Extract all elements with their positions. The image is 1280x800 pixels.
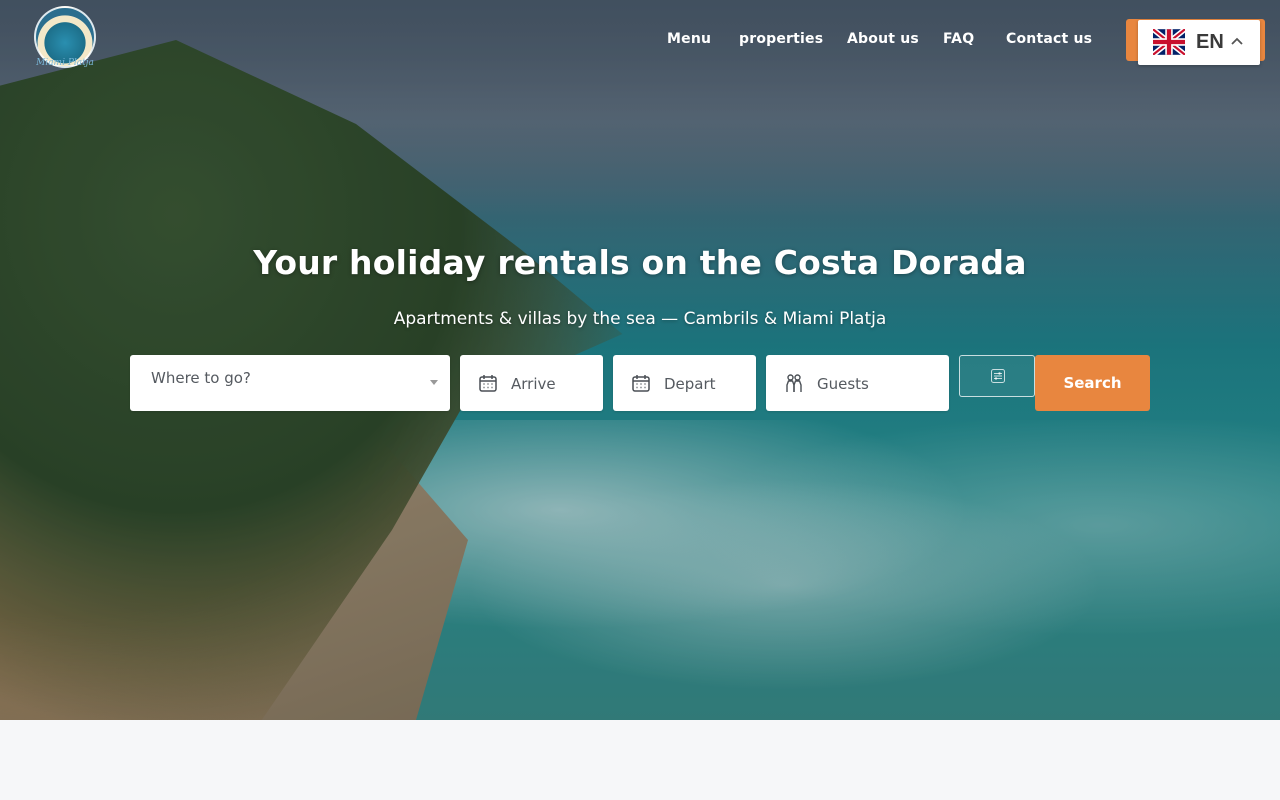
- hero-banner: Miami Platja Menu properties About us FA…: [0, 0, 1280, 720]
- chevron-up-icon: [1231, 37, 1243, 45]
- nav-properties[interactable]: properties: [739, 31, 823, 47]
- guests-field[interactable]: Guests: [766, 355, 949, 411]
- main-nav: Menu properties About us FAQ Contact us: [0, 31, 1280, 51]
- nav-contact-us[interactable]: Contact us: [1006, 31, 1092, 47]
- nav-menu[interactable]: Menu: [667, 31, 711, 47]
- logo-script-text: Miami Platja: [36, 58, 94, 68]
- depart-date-field[interactable]: Depart: [613, 355, 756, 411]
- destination-placeholder: Where to go?: [151, 369, 251, 387]
- sliders-icon: [991, 369, 1005, 383]
- hero-title: Your holiday rentals on the Costa Dorada: [253, 243, 1027, 282]
- depart-placeholder: Depart: [664, 375, 716, 393]
- filters-button[interactable]: [959, 355, 1035, 397]
- arrive-placeholder: Arrive: [511, 375, 556, 393]
- page-body-section: [0, 720, 1280, 800]
- search-button[interactable]: Search: [1035, 355, 1150, 411]
- calendar-icon: [479, 375, 497, 392]
- arrive-date-field[interactable]: Arrive: [460, 355, 603, 411]
- calendar-icon: [632, 375, 650, 392]
- destination-select[interactable]: Where to go?: [130, 355, 450, 411]
- language-code: EN: [1196, 31, 1224, 53]
- nav-faq[interactable]: FAQ: [943, 31, 974, 47]
- caret-down-icon: [430, 380, 438, 385]
- guests-icon: [786, 374, 802, 392]
- hero-subtitle: Apartments & villas by the sea — Cambril…: [393, 309, 887, 329]
- language-selector[interactable]: EN: [1138, 20, 1260, 65]
- uk-flag-icon: [1153, 29, 1185, 55]
- guests-placeholder: Guests: [817, 375, 869, 393]
- nav-about-us[interactable]: About us: [847, 31, 919, 47]
